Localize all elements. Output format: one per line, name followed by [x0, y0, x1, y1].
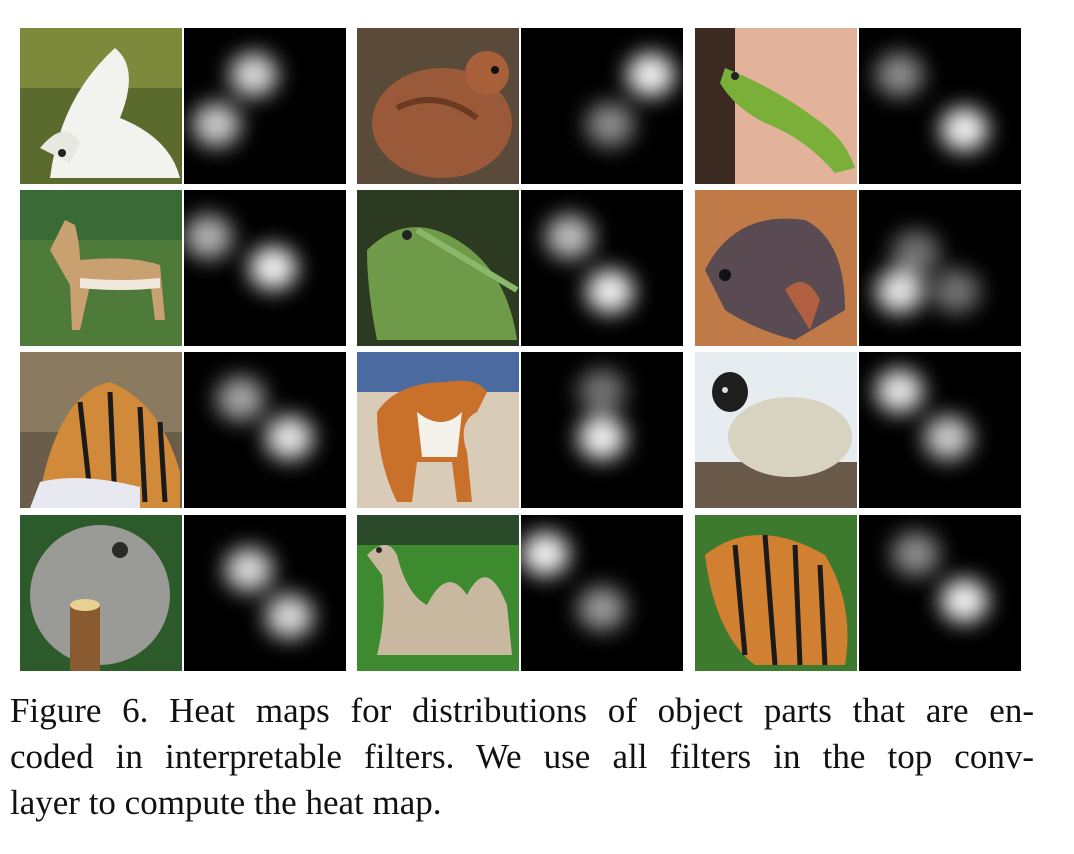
photo-sheep	[695, 352, 857, 508]
heatmap-tiger2	[859, 515, 1021, 671]
heatmap-koala	[184, 515, 346, 671]
heatmap-bird-white	[184, 28, 346, 184]
caption-line-2: coded in interpretable filters. We use a…	[10, 737, 1034, 776]
photo-brownlizard	[695, 190, 857, 346]
heatmap-dog	[521, 352, 683, 508]
heatmap-sheep	[859, 352, 1021, 508]
photo-gazelle	[20, 190, 182, 346]
photo-camel	[357, 515, 519, 671]
photo-iguana	[357, 190, 519, 346]
photo-lizard	[695, 28, 857, 184]
heatmap-camel	[521, 515, 683, 671]
heatmap-gazelle	[184, 190, 346, 346]
photo-tiger2	[695, 515, 857, 671]
photo-koala	[20, 515, 182, 671]
heatmap-lizard	[859, 28, 1021, 184]
photo-dog	[357, 352, 519, 508]
heatmap-tiger	[184, 352, 346, 508]
caption-line-3: layer to compute the heat map.	[10, 783, 442, 822]
heatmap-bird-brown	[521, 28, 683, 184]
heatmap-brownlizard	[859, 190, 1021, 346]
heatmap-iguana	[521, 190, 683, 346]
photo-bird-brown	[357, 28, 519, 184]
photo-bird-white	[20, 28, 182, 184]
caption-line-1: Figure 6. Heat maps for distributions of…	[10, 691, 1034, 730]
figure-caption: Figure 6. Heat maps for distributions of…	[10, 688, 1034, 826]
figure-grid	[20, 28, 1021, 672]
photo-tiger	[20, 352, 182, 508]
